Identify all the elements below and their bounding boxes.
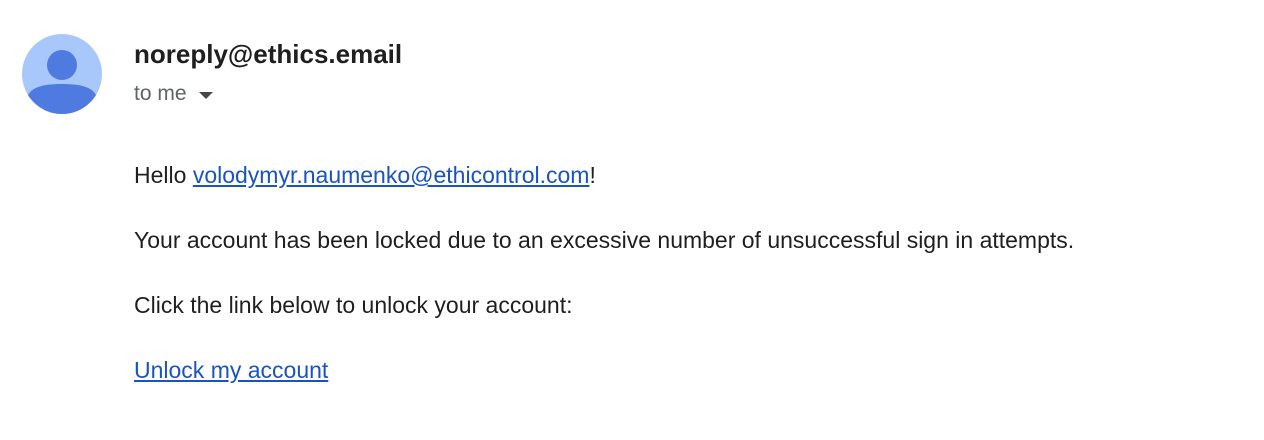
recipients-label: to me xyxy=(134,82,187,105)
caret-down-icon[interactable] xyxy=(198,91,213,99)
greeting-prefix: Hello xyxy=(134,162,193,188)
greeting-line: Hello volodymyr.naumenko@ethicontrol.com… xyxy=(134,160,596,190)
unlock-instructions: Click the link below to unlock your acco… xyxy=(134,292,573,318)
sender-email: noreply@ethics.email xyxy=(134,39,403,69)
account-locked-message: Your account has been locked due to an e… xyxy=(134,227,1075,253)
greeting-suffix: ! xyxy=(589,162,596,188)
recipients-toggle[interactable]: to me xyxy=(134,80,213,108)
recipient-email-link[interactable]: volodymyr.naumenko@ethicontrol.com xyxy=(193,162,590,188)
unlock-link-container: Unlock my account xyxy=(134,355,328,385)
person-avatar-icon xyxy=(26,50,98,114)
sender-avatar[interactable] xyxy=(22,34,102,114)
unlock-account-link[interactable]: Unlock my account xyxy=(134,357,328,383)
